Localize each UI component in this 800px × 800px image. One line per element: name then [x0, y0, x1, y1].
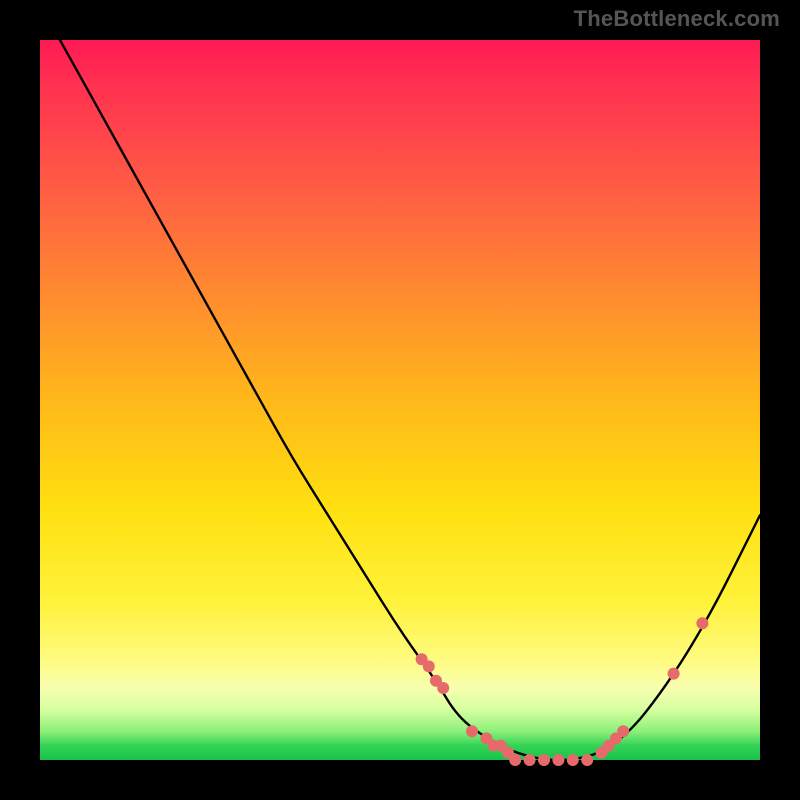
highlight-point [423, 660, 435, 672]
highlight-points [416, 617, 709, 766]
highlight-point [466, 725, 478, 737]
highlight-point [437, 682, 449, 694]
curve-svg [40, 40, 760, 760]
highlight-point [696, 617, 708, 629]
highlight-point [668, 668, 680, 680]
chart-stage: TheBottleneck.com [0, 0, 800, 800]
plot-area [40, 40, 760, 760]
bottleneck-curve [40, 4, 760, 760]
highlight-point [552, 754, 564, 766]
highlight-point [617, 725, 629, 737]
highlight-point [524, 754, 536, 766]
highlight-point [567, 754, 579, 766]
highlight-point [509, 754, 521, 766]
highlight-point [581, 754, 593, 766]
watermark-text: TheBottleneck.com [574, 6, 780, 32]
highlight-point [538, 754, 550, 766]
